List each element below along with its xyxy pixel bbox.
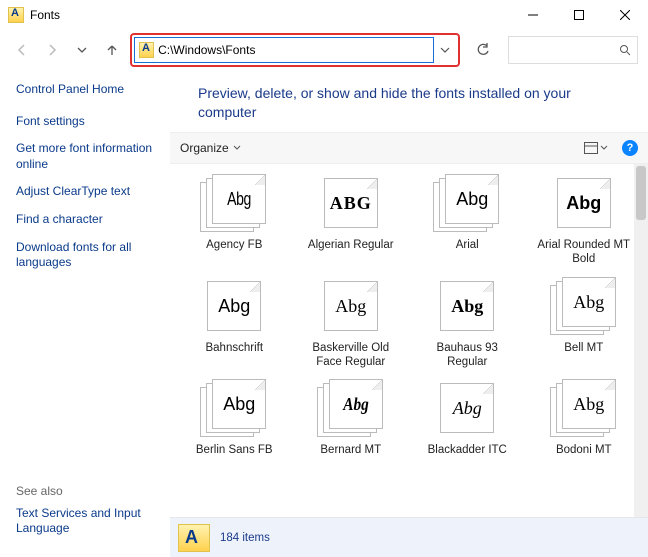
font-sample: Abg	[446, 189, 498, 210]
font-sample: ABG	[325, 193, 377, 214]
close-button[interactable]	[602, 0, 648, 30]
font-item[interactable]: Abg Arial	[409, 174, 526, 273]
fonts-folder-icon	[139, 42, 154, 58]
font-item[interactable]: Abg Bernard MT	[293, 379, 410, 463]
view-icon	[584, 142, 598, 154]
refresh-button[interactable]	[470, 37, 496, 63]
font-label: Bell MT	[564, 341, 603, 355]
font-grid: AbgAgency FBABGAlgerian RegularAbgArialA…	[170, 164, 648, 464]
font-thumb: Abg	[200, 277, 268, 335]
address-bar[interactable]	[134, 37, 434, 63]
font-item[interactable]: Abg Berlin Sans FB	[176, 379, 293, 463]
back-button[interactable]	[10, 38, 34, 62]
address-history-dropdown[interactable]	[434, 38, 456, 62]
font-thumb: Abg	[200, 174, 268, 232]
window-controls	[510, 0, 648, 30]
sidebar-link-more-font-info[interactable]: Get more font information online	[16, 141, 162, 172]
address-bar-highlight	[130, 33, 460, 67]
up-button[interactable]	[100, 38, 124, 62]
window-title: Fonts	[30, 8, 60, 22]
font-label: Arial	[456, 238, 479, 252]
font-item[interactable]: Abg Blackadder ITC	[409, 379, 526, 463]
sidebar-link-text-services[interactable]: Text Services and Input Language	[16, 506, 162, 537]
maximize-button[interactable]	[556, 0, 602, 30]
font-item[interactable]: Abg Bauhaus 93 Regular	[409, 277, 526, 376]
sidebar: Control Panel Home Font settings Get mor…	[0, 70, 170, 557]
minimize-button[interactable]	[510, 0, 556, 30]
search-box[interactable]	[508, 36, 638, 64]
chevron-down-icon	[233, 144, 241, 152]
font-sample: Abg	[563, 292, 615, 313]
recent-dropdown[interactable]	[70, 38, 94, 62]
font-thumb: ABG	[317, 174, 385, 232]
font-label: Bodoni MT	[556, 443, 612, 457]
font-sample: Abg	[219, 189, 260, 210]
font-label: Bahnschrift	[205, 341, 263, 355]
sidebar-link-font-settings[interactable]: Font settings	[16, 114, 162, 130]
font-label: Bernard MT	[320, 443, 381, 457]
font-label: Algerian Regular	[308, 238, 394, 252]
font-item[interactable]: Abg Bell MT	[526, 277, 643, 376]
organize-label: Organize	[180, 141, 229, 155]
organize-menu[interactable]: Organize	[180, 141, 241, 155]
font-sample: Abg	[441, 296, 493, 317]
font-label: Baskerville Old Face Regular	[301, 341, 401, 370]
font-item[interactable]: Abg Baskerville Old Face Regular	[293, 277, 410, 376]
view-options-button[interactable]	[584, 142, 608, 154]
title-bar: Fonts	[0, 0, 648, 30]
font-label: Arial Rounded MT Bold	[534, 238, 634, 267]
sidebar-link-find-character[interactable]: Find a character	[16, 212, 162, 228]
page-heading: Preview, delete, or show and hide the fo…	[170, 70, 648, 132]
font-item[interactable]: Abg Arial Rounded MT Bold	[526, 174, 643, 273]
chevron-down-icon	[600, 144, 608, 152]
address-input[interactable]	[158, 43, 429, 57]
font-thumb: Abg	[433, 174, 501, 232]
font-label: Bauhaus 93 Regular	[417, 341, 517, 370]
search-icon	[619, 44, 631, 56]
font-thumb: Abg	[550, 174, 618, 232]
font-thumb: Abg	[433, 379, 501, 437]
font-sample: Abg	[334, 394, 378, 415]
scrollbar-thumb[interactable]	[636, 166, 646, 220]
font-thumb: Abg	[433, 277, 501, 335]
sidebar-link-download-fonts[interactable]: Download fonts for all languages	[16, 240, 162, 271]
font-item[interactable]: Abg Bahnschrift	[176, 277, 293, 376]
font-thumb: Abg	[317, 379, 385, 437]
font-item[interactable]: Abg Agency FB	[176, 174, 293, 273]
font-thumb: Abg	[550, 277, 618, 335]
fonts-folder-icon	[8, 7, 24, 23]
font-sample: Abg	[325, 296, 377, 317]
font-sample: Abg	[213, 394, 265, 415]
font-thumb: Abg	[200, 379, 268, 437]
font-thumb: Abg	[317, 277, 385, 335]
font-sample: Abg	[558, 193, 610, 214]
help-button[interactable]: ?	[622, 140, 638, 156]
font-label: Blackadder ITC	[428, 443, 507, 457]
font-sample: Abg	[563, 394, 615, 415]
toolbar: Organize ?	[170, 132, 648, 164]
forward-button[interactable]	[40, 38, 64, 62]
navigation-row	[0, 30, 648, 70]
status-count: 184 items	[220, 532, 270, 544]
font-label: Berlin Sans FB	[196, 443, 273, 457]
font-item[interactable]: ABG Algerian Regular	[293, 174, 410, 273]
control-panel-home-link[interactable]: Control Panel Home	[16, 82, 162, 98]
sidebar-link-cleartype[interactable]: Adjust ClearType text	[16, 184, 162, 200]
font-thumb: Abg	[550, 379, 618, 437]
status-bar: 184 items	[170, 517, 648, 557]
font-sample: Abg	[208, 296, 260, 317]
font-label: Agency FB	[206, 238, 262, 252]
main-panel: Preview, delete, or show and hide the fo…	[170, 70, 648, 557]
see-also-label: See also	[16, 484, 162, 498]
fonts-folder-icon	[178, 524, 210, 552]
scrollbar[interactable]	[634, 164, 648, 517]
font-item[interactable]: Abg Bodoni MT	[526, 379, 643, 463]
font-sample: Abg	[441, 398, 493, 419]
